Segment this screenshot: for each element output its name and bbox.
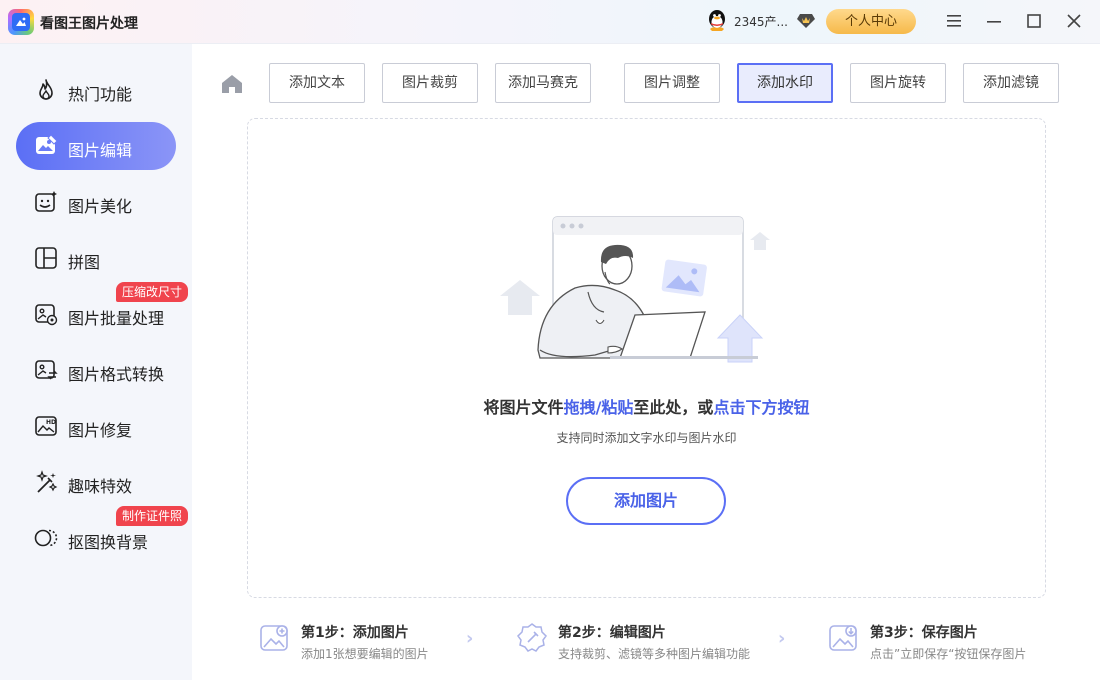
home-icon[interactable] <box>220 72 244 96</box>
drop-text-part: 至此处，或 <box>633 398 714 417</box>
sidebar-item-label: 热门功能 <box>68 85 133 104</box>
step-title: 第1步：添加图片 <box>301 625 409 641</box>
cutout-icon <box>34 526 58 550</box>
sidebar-item-format-convert[interactable]: 图片格式转换 <box>16 346 176 394</box>
format-convert-icon <box>34 358 58 382</box>
sidebar-item-label: 图片格式转换 <box>68 365 165 384</box>
chevron-right-icon: › <box>466 628 474 649</box>
drop-text-part: 将图片文件 <box>483 398 564 417</box>
id-photo-badge: 制作证件照 <box>116 506 189 526</box>
sidebar-item-label: 趣味特效 <box>68 477 133 496</box>
sidebar-item-label: 抠图换背景 <box>68 533 149 552</box>
close-icon[interactable] <box>1063 10 1085 32</box>
compress-resize-badge: 压缩改尺寸 <box>116 282 189 302</box>
app-logo-icon <box>8 9 34 35</box>
sidebar-item-label: 图片修复 <box>68 421 133 440</box>
step-description: 支持裁剪、滤镜等多种图片编辑功能 <box>558 647 751 661</box>
step-title: 第3步：保存图片 <box>870 625 978 641</box>
image-sparkle-icon <box>34 190 58 214</box>
upload-illustration <box>500 210 770 370</box>
hd-image-icon: HD <box>34 414 58 438</box>
app-title: 看图王图片处理 <box>40 16 138 32</box>
menu-icon[interactable] <box>943 10 965 32</box>
tool-watermark[interactable]: 添加水印 <box>737 63 833 103</box>
sidebar-item-fun-effects[interactable]: 趣味特效 <box>16 458 176 506</box>
sidebar-item-collage[interactable]: 拼图 <box>16 234 176 282</box>
tool-crop[interactable]: 图片裁剪 <box>382 63 478 103</box>
personal-center-button[interactable]: 个人中心 <box>826 9 916 34</box>
sidebar-item-image-beautify[interactable]: 图片美化 <box>16 178 176 226</box>
sidebar-item-label: 图片美化 <box>68 197 133 216</box>
drop-text-highlight: 点击下方按钮 <box>713 398 810 417</box>
add-image-step-icon <box>259 622 291 654</box>
tool-adjust[interactable]: 图片调整 <box>624 63 720 103</box>
add-image-button[interactable]: 添加图片 <box>566 477 726 525</box>
sidebar-item-hot-features[interactable]: 热门功能 <box>16 66 176 114</box>
batch-image-icon <box>34 302 58 326</box>
drop-text-highlight: 拖拽/粘贴 <box>563 398 634 417</box>
sidebar-item-label: 拼图 <box>68 253 101 272</box>
save-image-step-icon <box>828 622 860 654</box>
title-bar: 看图王图片处理 2345产... 个人中心 <box>0 0 1100 44</box>
svg-text:HD: HD <box>46 419 56 426</box>
sidebar-item-image-repair[interactable]: HD 图片修复 <box>16 402 176 450</box>
collage-icon <box>34 246 58 270</box>
image-edit-icon <box>34 134 58 158</box>
maximize-icon[interactable] <box>1023 10 1045 32</box>
vip-crown-icon[interactable] <box>796 12 816 30</box>
chevron-right-icon: › <box>778 628 786 649</box>
magic-wand-icon <box>34 470 58 494</box>
user-avatar-icon[interactable] <box>705 9 729 33</box>
minimize-icon[interactable] <box>983 10 1005 32</box>
drop-subtitle: 支持同时添加文字水印与图片水印 <box>556 431 737 445</box>
step-description: 点击”立即保存“按钮保存图片 <box>870 647 1027 661</box>
tool-filter[interactable]: 添加滤镜 <box>963 63 1059 103</box>
sidebar-item-image-edit[interactable]: 图片编辑 <box>16 122 176 170</box>
sidebar-item-label: 图片编辑 <box>68 141 133 160</box>
step-title: 第2步：编辑图片 <box>558 625 666 641</box>
user-name[interactable]: 2345产... <box>734 13 788 30</box>
edit-image-step-icon <box>516 622 548 654</box>
tool-add-text[interactable]: 添加文本 <box>269 63 365 103</box>
sidebar: 热门功能 图片编辑 图片美化 拼图 图片批量处理 压缩改尺寸 图片格式转换 HD <box>0 44 192 680</box>
sidebar-item-label: 图片批量处理 <box>68 309 165 328</box>
tool-rotate[interactable]: 图片旋转 <box>850 63 946 103</box>
drop-instructions: 将图片文件拖拽/粘贴至此处，或点击下方按钮 <box>247 394 1046 418</box>
tool-mosaic[interactable]: 添加马赛克 <box>495 63 591 103</box>
flame-icon <box>34 78 58 102</box>
step-description: 添加1张想要编辑的图片 <box>301 647 429 661</box>
